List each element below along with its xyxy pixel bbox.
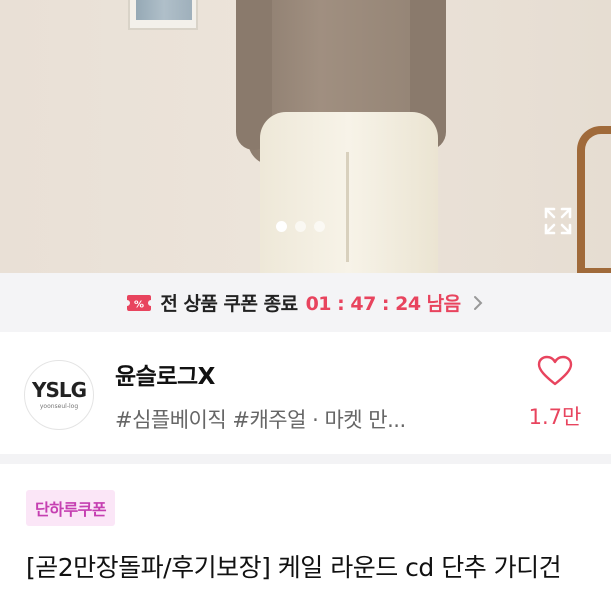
coupon-icon: %	[127, 294, 152, 311]
gallery-pagination	[276, 221, 325, 232]
logo-subtext: yoonseul-log	[39, 403, 79, 410]
product-title: [곧2만장돌파/후기보장] 케일 라운드 cd 단추 가디건	[26, 553, 562, 582]
chair-photo	[577, 126, 611, 273]
coupon-countdown-bar[interactable]: % 전 상품 쿠폰 종료 01 : 47 : 24 남음	[0, 273, 611, 332]
svg-text:%: %	[134, 299, 144, 310]
shop-tags: #심플베이직 #캐주얼 · 마켓 만...	[115, 408, 406, 432]
shop-logo[interactable]: YSLG yoonseul-log	[24, 360, 94, 430]
like-button[interactable]: 1.7만	[525, 355, 585, 431]
heart-icon	[537, 355, 573, 386]
gallery-dot-3[interactable]	[314, 221, 325, 232]
section-divider	[0, 454, 611, 464]
gallery-dot-2[interactable]	[295, 221, 306, 232]
coupon-countdown: 01 : 47 : 24 남음	[305, 293, 462, 315]
like-count: 1.7만	[528, 405, 582, 429]
chevron-right-icon	[473, 295, 483, 310]
product-image-gallery[interactable]	[0, 0, 611, 273]
pants-photo	[260, 112, 438, 273]
coupon-label: 전 상품 쿠폰 종료	[160, 293, 298, 315]
logo-text: YSLG	[31, 378, 87, 402]
gallery-dot-1[interactable]	[276, 221, 287, 232]
wall-picture	[128, 0, 198, 30]
shop-name[interactable]: 윤슬로그X	[115, 357, 215, 391]
expand-icon[interactable]	[543, 206, 573, 236]
coupon-badge: 단하루쿠폰	[26, 490, 116, 526]
